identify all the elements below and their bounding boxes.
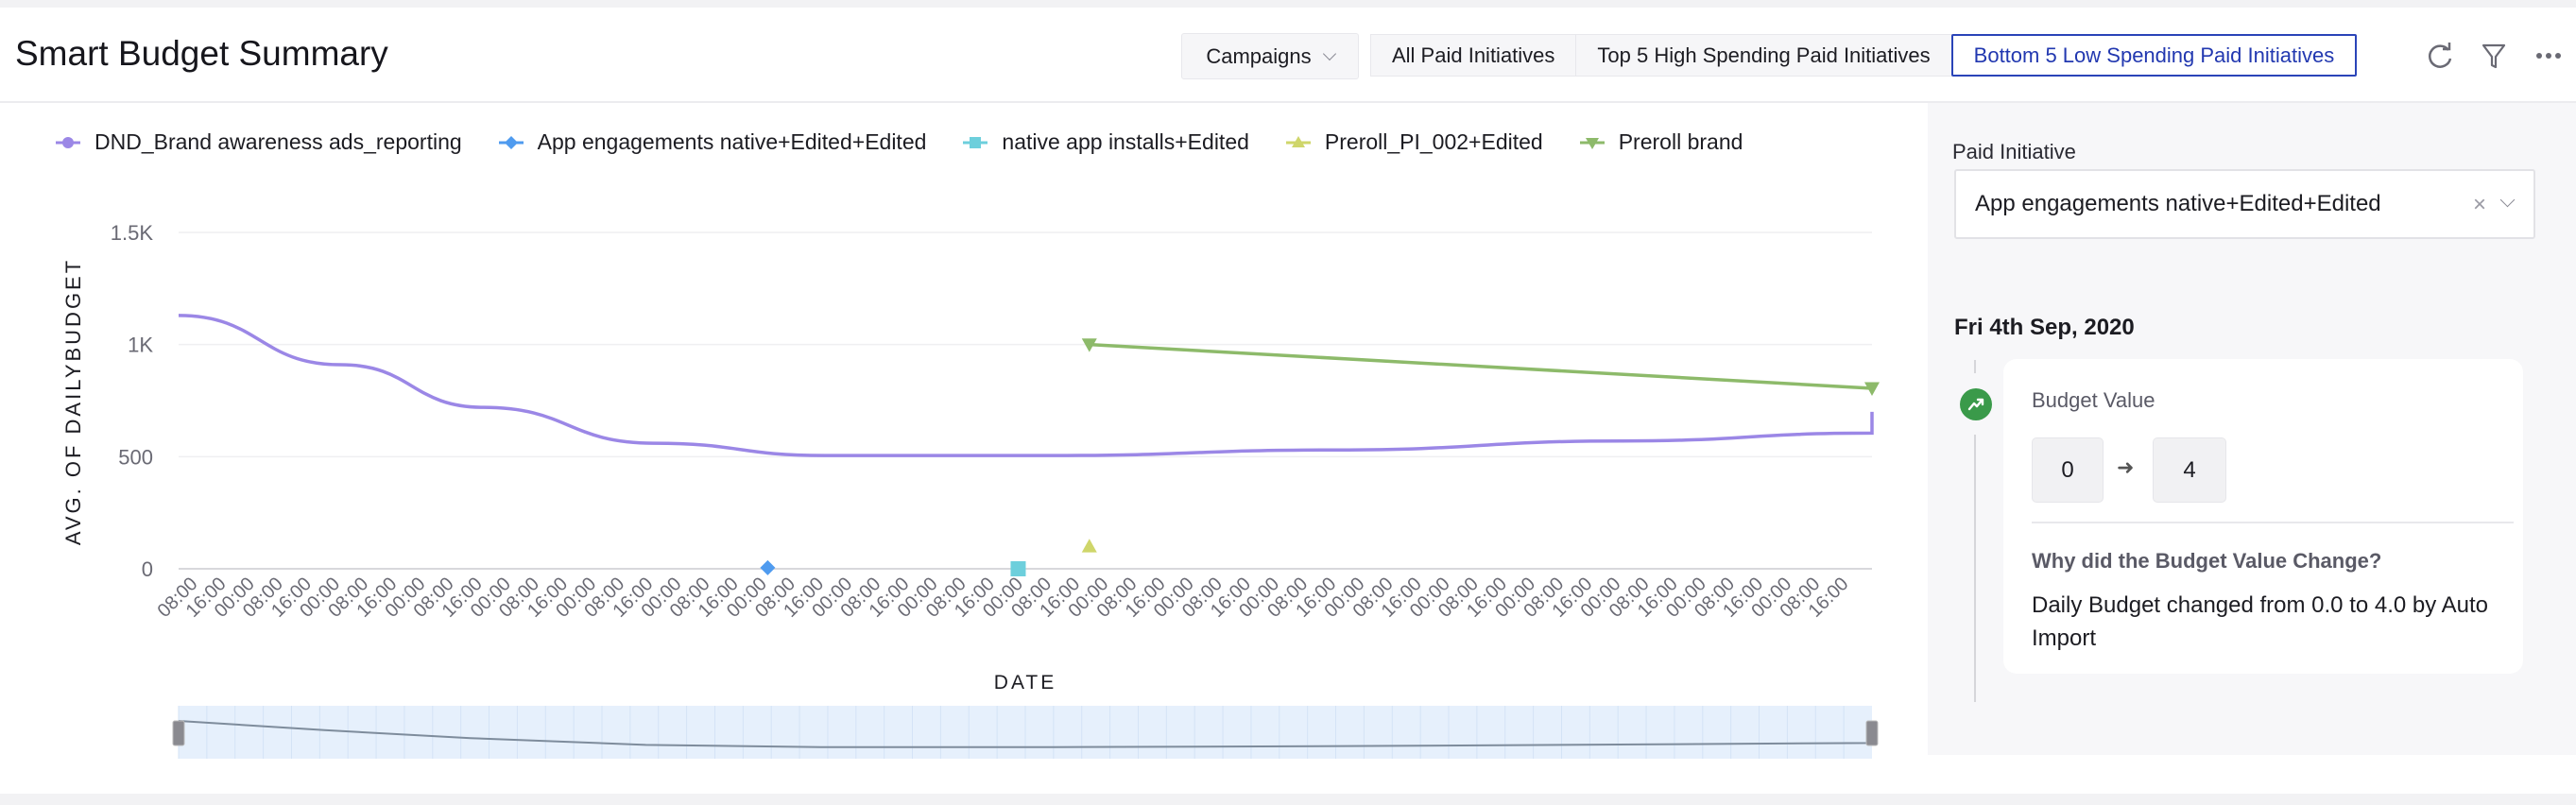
chevron-down-icon <box>1322 46 1336 60</box>
tab-bottom-5-low-spending[interactable]: Bottom 5 Low Spending Paid Initiatives <box>1950 34 2358 77</box>
old-value: 0 <box>2032 437 2104 503</box>
series-line <box>1089 342 1873 390</box>
range-handle[interactable] <box>1865 720 1879 746</box>
trending-up-icon <box>1960 388 1992 420</box>
range-handle[interactable] <box>172 720 185 746</box>
new-value: 4 <box>2153 437 2226 503</box>
line-chart: 05001K1.5K08:0016:0000:0008:0016:0000:00… <box>111 221 1880 759</box>
paid-initiative-select[interactable]: App engagements native+Edited+Edited × <box>1954 169 2535 239</box>
change-reason: Daily Budget changed from 0.0 to 4.0 by … <box>2032 592 2488 651</box>
timeline-date: Fri 4th Sep, 2020 <box>1954 315 2135 340</box>
why-title: Why did the Budget Value Change? <box>2032 549 2382 573</box>
divider <box>2032 522 2514 523</box>
tab-all-paid-initiatives[interactable]: All Paid Initiatives <box>1370 34 1577 77</box>
initiative-filter-group: All Paid Initiatives Top 5 High Spending… <box>1370 34 2358 77</box>
chart-area: DND_Brand awareness ads_reporting App eng… <box>0 103 1926 794</box>
y-tick-label: 1K <box>128 334 153 357</box>
filter-icon[interactable] <box>2478 40 2510 72</box>
paid-initiative-label: Paid Initiative <box>1952 140 2076 163</box>
timeline-line <box>1974 435 1976 702</box>
y-tick-label: 0 <box>142 557 153 581</box>
timeline-line <box>1974 360 1976 373</box>
campaigns-label: Campaigns <box>1206 43 1312 68</box>
page-background <box>0 794 2576 805</box>
tab-top-5-high-spending[interactable]: Top 5 High Spending Paid Initiatives <box>1575 34 1952 77</box>
page-title: Smart Budget Summary <box>15 34 388 73</box>
paid-initiative-value: App engagements native+Edited+Edited <box>1975 191 2381 216</box>
y-tick-label: 1.5K <box>111 221 154 245</box>
side-panel: Paid Initiative App engagements native+E… <box>1928 103 2576 755</box>
data-point <box>1010 561 1026 576</box>
series-line <box>178 314 1874 457</box>
chevron-down-icon[interactable] <box>2499 192 2516 208</box>
data-point <box>760 559 776 575</box>
smart-budget-card: Smart Budget Summary Campaigns All Paid … <box>0 8 2576 794</box>
more-icon[interactable] <box>2533 40 2565 72</box>
refresh-icon[interactable] <box>2425 40 2457 72</box>
header: Smart Budget Summary Campaigns All Paid … <box>0 8 2576 103</box>
arrow-right-icon: ➜ <box>2117 455 2135 479</box>
campaigns-dropdown[interactable]: Campaigns <box>1181 33 1359 79</box>
y-tick-label: 500 <box>118 445 153 469</box>
budget-change-card: Budget Value 0 ➜ 4 Why did the Budget Va… <box>2003 359 2523 674</box>
data-point <box>1081 539 1097 553</box>
clear-icon[interactable]: × <box>2473 192 2486 218</box>
event-title: Budget Value <box>2032 388 2155 412</box>
